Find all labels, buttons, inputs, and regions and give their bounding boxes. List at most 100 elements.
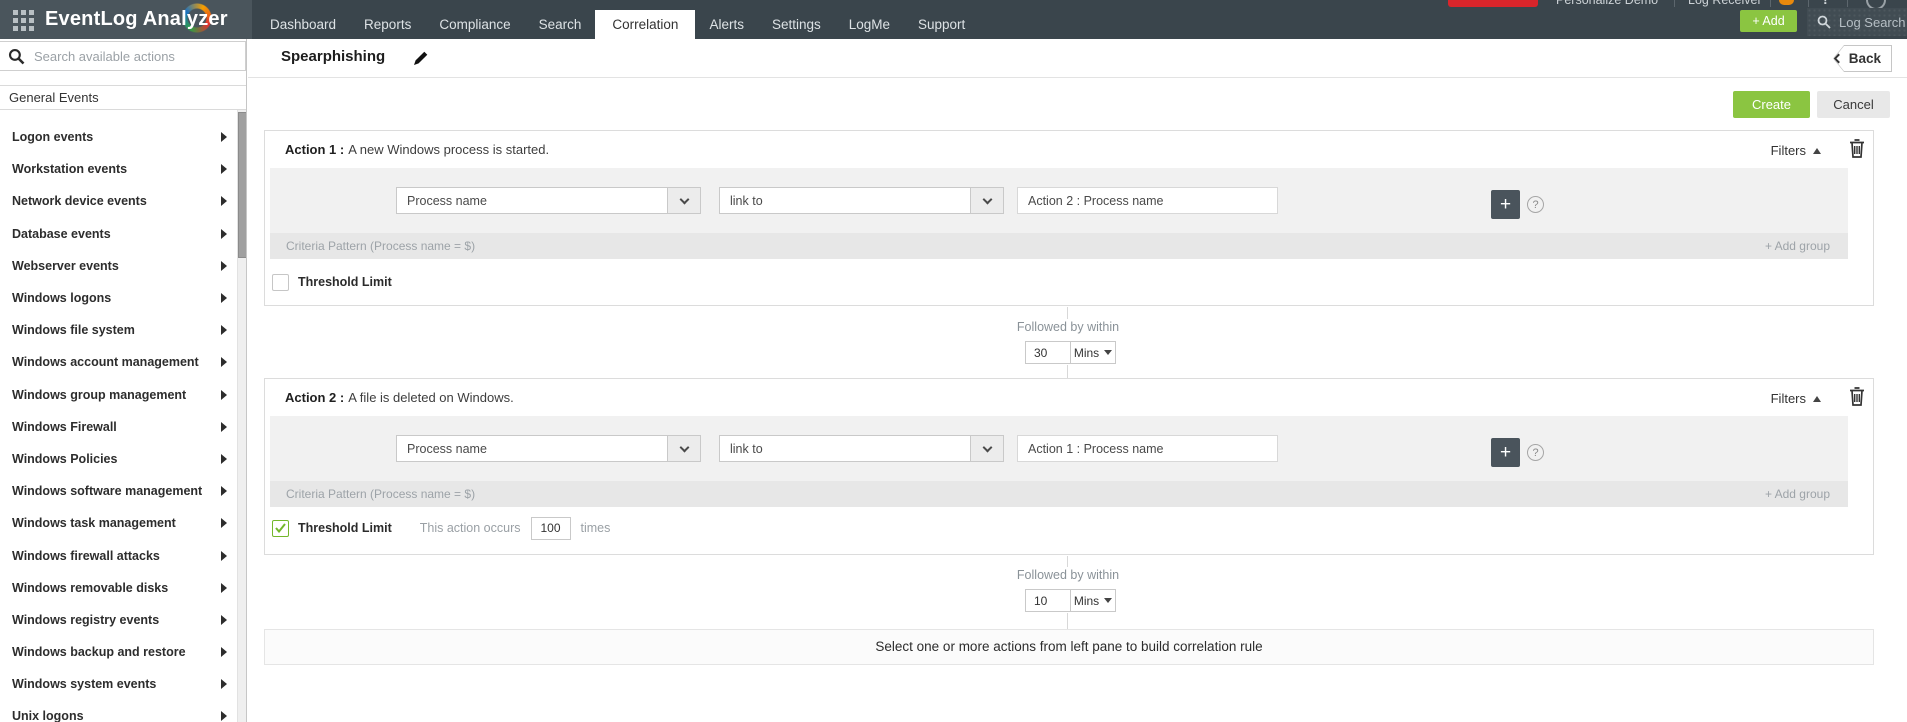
action1-title: Action 1 :A new Windows process is start… <box>285 142 549 157</box>
followed-by-2-value-input[interactable] <box>1025 589 1071 612</box>
action1-field-select[interactable]: Process name <box>396 187 701 214</box>
log-receiver-link[interactable]: Log Receiver <box>1688 0 1762 7</box>
action1-criteria-pattern: Criteria Pattern (Process name = $) <box>286 239 476 253</box>
action1-filters-toggle[interactable]: Filters <box>1771 143 1821 158</box>
app-logo[interactable]: EventLog Analyzer <box>45 8 228 31</box>
nav-tab[interactable]: Dashboard <box>256 10 350 39</box>
chevron-right-icon <box>221 293 227 304</box>
action1-add-condition-button[interactable]: + <box>1491 190 1520 219</box>
followed-by-2-unit-select[interactable]: Mins <box>1070 589 1116 612</box>
rewards-icon[interactable] <box>1779 0 1794 5</box>
action1-threshold-row: Threshold Limit <box>272 273 392 291</box>
chevron-down-icon <box>667 188 700 213</box>
action1-add-group-link[interactable]: + Add group <box>1765 239 1830 253</box>
chevron-right-icon <box>221 647 227 658</box>
connector-line <box>1067 613 1068 629</box>
download-button[interactable]: Download <box>1448 0 1538 7</box>
search-icon <box>1817 15 1831 29</box>
nav-tab[interactable]: Alerts <box>695 10 758 39</box>
edit-pencil-icon[interactable] <box>412 50 429 67</box>
sidebar-item[interactable]: Database events <box>0 218 237 250</box>
sidebar-event-list: Logon events Workstation events Network … <box>0 121 237 722</box>
sidebar-item[interactable]: Windows Firewall <box>0 411 237 443</box>
chevron-up-icon <box>1813 147 1821 154</box>
page-title: Spearphishing <box>281 48 386 65</box>
sidebar-item[interactable]: Windows group management <box>0 379 237 411</box>
nav-tab[interactable]: LogMe <box>835 10 904 39</box>
sidebar-section-title: General Events <box>0 85 246 110</box>
action2-description: A file is deleted on Windows. <box>348 390 514 405</box>
nav-tab[interactable]: Search <box>525 10 596 39</box>
action2-filters-toggle[interactable]: Filters <box>1771 391 1821 406</box>
sidebar-item[interactable]: Windows logons <box>0 282 237 314</box>
sidebar-item[interactable]: Windows Policies <box>0 443 237 475</box>
sidebar-item[interactable]: Network device events <box>0 185 237 217</box>
chevron-right-icon <box>221 679 227 690</box>
divider <box>1674 0 1675 7</box>
connector-line <box>1067 556 1068 567</box>
notification-icon[interactable]: ! <box>1823 0 1828 7</box>
action1-threshold-label: Threshold Limit <box>298 275 392 289</box>
action2-label: Action 2 : <box>285 390 345 405</box>
sidebar-item[interactable]: Unix logons <box>0 700 237 722</box>
action2-criteria-strip: Criteria Pattern (Process name = $) + Ad… <box>270 481 1848 507</box>
sidebar-item[interactable]: Windows firewall attacks <box>0 539 237 571</box>
scrollbar-thumb[interactable] <box>238 112 246 258</box>
action2-help-icon[interactable]: ? <box>1527 444 1544 461</box>
cancel-button[interactable]: Cancel <box>1817 91 1890 118</box>
main-nav: Dashboard Reports Compliance Search Correlat… <box>256 10 979 39</box>
followed-by-1-value-input[interactable] <box>1025 341 1071 364</box>
apps-grid-icon[interactable] <box>13 10 18 15</box>
action2-field-select[interactable]: Process name <box>396 435 701 462</box>
action1-operator-select[interactable]: link to <box>719 187 1004 214</box>
sidebar-item[interactable]: Windows account management <box>0 346 237 378</box>
topbar: EventLog Analyzer Dashboard Reports Compli… <box>0 0 1907 39</box>
log-search-box[interactable]: Log Search <box>1807 8 1907 36</box>
nav-tab[interactable]: Correlation <box>595 10 696 39</box>
chevron-left-icon <box>1834 53 1844 64</box>
sidebar-item[interactable]: Windows removable disks <box>0 572 237 604</box>
sidebar-item[interactable]: Webserver events <box>0 250 237 282</box>
create-button[interactable]: Create <box>1733 91 1810 118</box>
chevron-down-icon <box>970 436 1003 461</box>
sidebar-item[interactable]: Windows file system <box>0 314 237 346</box>
sidebar-item[interactable]: Windows backup and restore <box>0 636 237 668</box>
sidebar-item[interactable]: Windows system events <box>0 668 237 700</box>
nav-tab[interactable]: Compliance <box>425 10 524 39</box>
header-divider <box>248 77 1907 78</box>
chevron-right-icon <box>221 550 227 561</box>
search-icon <box>8 48 25 64</box>
nav-tab[interactable]: Support <box>904 10 979 39</box>
action1-card: Action 1 :A new Windows process is start… <box>264 130 1874 306</box>
followed-by-1-unit-select[interactable]: Mins <box>1070 341 1116 364</box>
sidebar-item[interactable]: Windows software management <box>0 475 237 507</box>
personalize-demo-link[interactable]: Personalize Demo <box>1556 0 1658 7</box>
sidebar-item[interactable]: Logon events <box>0 121 237 153</box>
delete-action2-trash-icon[interactable] <box>1849 387 1865 406</box>
sidebar-item[interactable]: Windows registry events <box>0 604 237 636</box>
action2-occurs-input[interactable] <box>531 516 572 540</box>
sidebar-item[interactable]: Windows task management <box>0 507 237 539</box>
nav-tab[interactable]: Reports <box>350 10 425 39</box>
chevron-right-icon <box>221 486 227 497</box>
delete-action1-trash-icon[interactable] <box>1849 139 1865 158</box>
action2-criteria-pattern: Criteria Pattern (Process name = $) <box>286 487 476 501</box>
action1-value-input[interactable] <box>1017 187 1278 214</box>
action2-add-group-link[interactable]: + Add group <box>1765 487 1830 501</box>
action2-operator-select[interactable]: link to <box>719 435 1004 462</box>
action2-value-input[interactable] <box>1017 435 1278 462</box>
action2-threshold-checkbox[interactable] <box>272 519 289 537</box>
action1-threshold-checkbox[interactable] <box>272 273 289 291</box>
action2-add-condition-button[interactable]: + <box>1491 438 1520 467</box>
action1-description: A new Windows process is started. <box>348 142 550 157</box>
back-button[interactable]: Back <box>1833 45 1892 72</box>
action1-help-icon[interactable]: ? <box>1527 196 1544 213</box>
add-button[interactable]: + Add <box>1740 10 1797 32</box>
nav-tab[interactable]: Settings <box>758 10 835 39</box>
back-label: Back <box>1848 51 1881 66</box>
sidebar-scrollbar[interactable] <box>237 110 246 722</box>
action2-threshold-label: Threshold Limit <box>298 521 392 535</box>
search-input[interactable]: Search available actions <box>0 41 246 71</box>
sidebar-item[interactable]: Workstation events <box>0 153 237 185</box>
action1-filter-panel: Process name link to + ? Criteria Patter… <box>270 168 1848 259</box>
